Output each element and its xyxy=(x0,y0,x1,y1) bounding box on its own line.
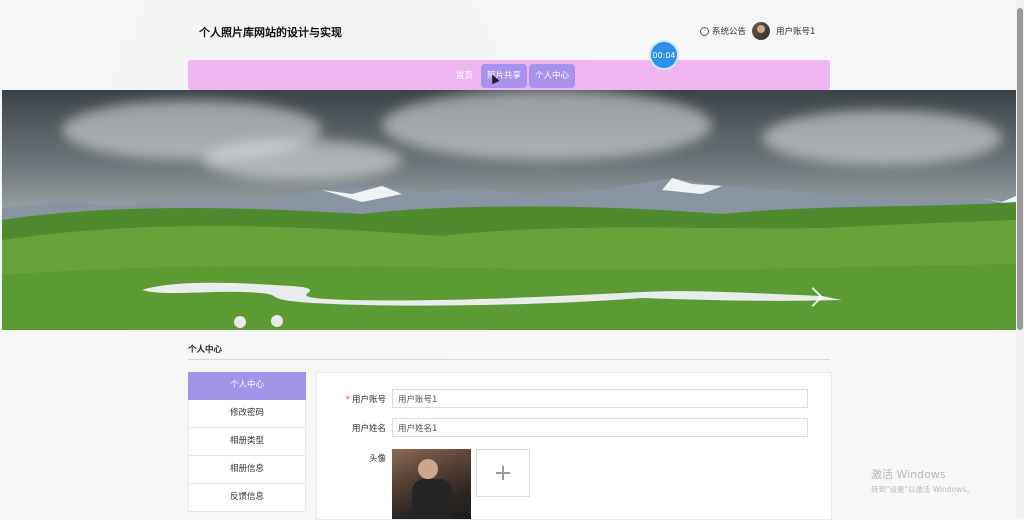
watermark-subtitle: 转到"设置"以激活 Windows。 xyxy=(871,485,974,494)
account-label: * 用户账号 xyxy=(317,393,392,405)
sidebar-item-album-type[interactable]: 相册类型 xyxy=(188,428,306,456)
account-input[interactable] xyxy=(392,389,808,408)
sidebar-item-personal-center[interactable]: 个人中心 xyxy=(188,372,306,400)
nav-item-home[interactable]: 首页 xyxy=(450,64,479,88)
form-row-account: * 用户账号 xyxy=(317,389,808,408)
form-row-name: 用户姓名 xyxy=(317,418,808,437)
name-label: 用户姓名 xyxy=(351,423,386,434)
watermark-title: 激活 Windows xyxy=(871,468,946,481)
sidebar: 个人中心 修改密码 相册类型 相册信息 反馈信息 xyxy=(188,372,306,512)
windows-activation-watermark: 激活 Windows 转到"设置"以激活 Windows。 xyxy=(871,466,974,495)
name-input[interactable] xyxy=(392,418,808,437)
section-divider xyxy=(188,359,830,360)
account-label-text: 用户账号 xyxy=(351,394,386,405)
sidebar-item-feedback[interactable]: 反馈信息 xyxy=(188,484,306,512)
sidebar-item-album-info[interactable]: 相册信息 xyxy=(188,456,306,484)
required-mark: * xyxy=(345,394,350,405)
plus-icon xyxy=(496,466,510,480)
nav-menu: 首页 照片共享 个人中心 xyxy=(450,64,576,88)
section-title: 个人中心 xyxy=(188,345,223,355)
page-scrollbar[interactable] xyxy=(1016,0,1024,518)
system-notice-link[interactable]: 系统公告 xyxy=(700,25,746,37)
avatar-label: 头像 xyxy=(368,454,386,464)
scrollbar-thumb[interactable] xyxy=(1017,8,1023,330)
sidebar-item-change-password[interactable]: 修改密码 xyxy=(188,400,306,428)
form-row-avatar: 头像 xyxy=(317,449,530,519)
banner-landscape xyxy=(2,178,1016,330)
profile-form: *用户账号 用户姓名 头像 xyxy=(316,372,832,520)
site-title: 个人照片库网站的设计与实现 xyxy=(199,26,342,39)
nav-item-personal-center[interactable]: 个人中心 xyxy=(529,64,576,88)
header-user-area: 系统公告 用户账号1 xyxy=(700,22,815,40)
avatar-photo[interactable] xyxy=(392,449,471,519)
timer-badge: 00:04 xyxy=(651,42,677,68)
avatar-upload-button[interactable] xyxy=(476,449,530,497)
notice-icon xyxy=(700,26,709,36)
user-avatar[interactable] xyxy=(752,22,771,40)
user-account-label[interactable]: 用户账号1 xyxy=(776,25,815,37)
notice-label: 系统公告 xyxy=(712,27,747,37)
banner-carousel[interactable] xyxy=(2,90,1016,330)
